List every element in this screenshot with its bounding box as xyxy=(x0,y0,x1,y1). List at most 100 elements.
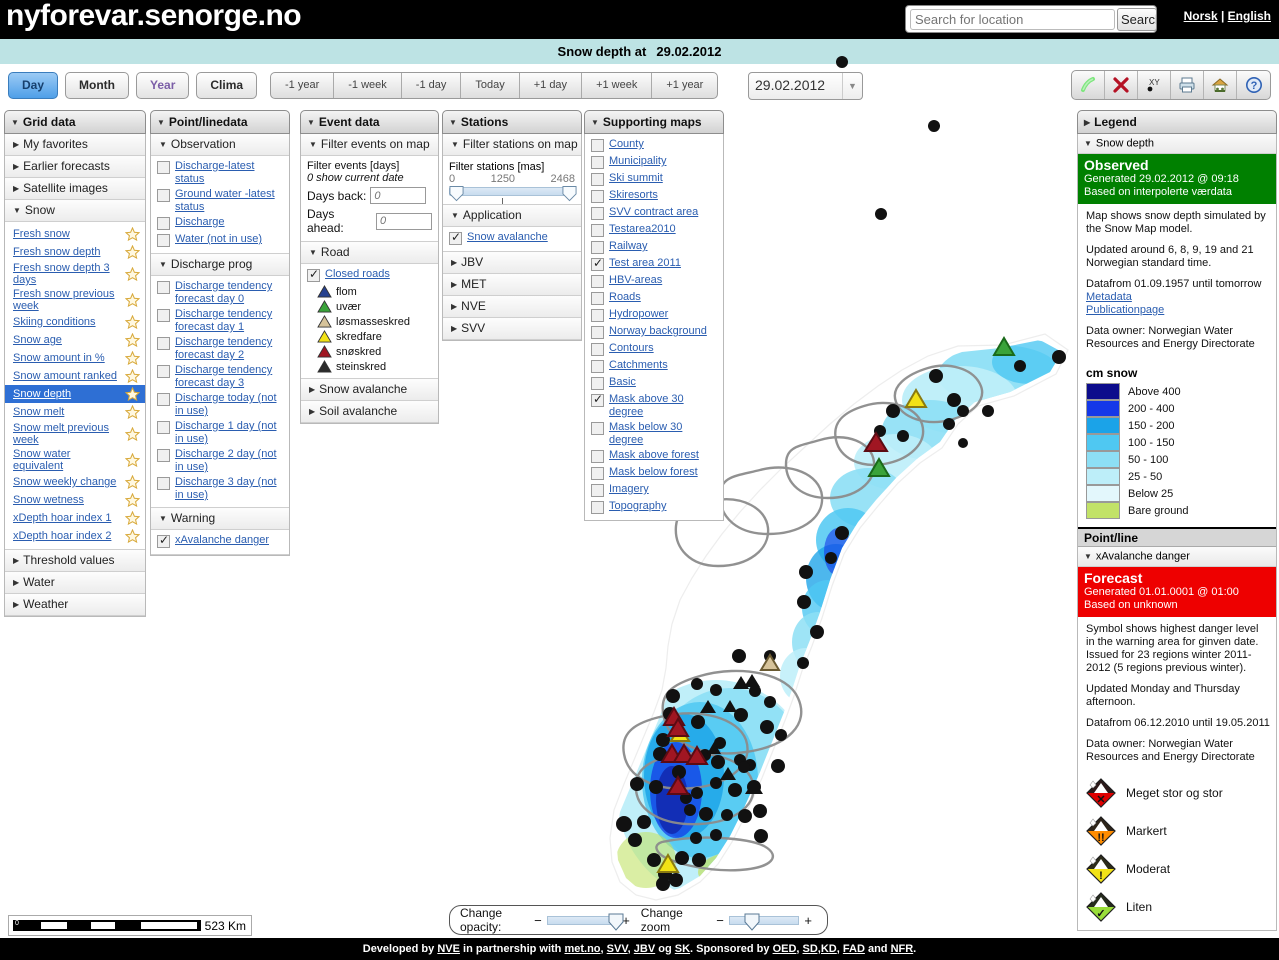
favorite-star-icon[interactable] xyxy=(125,453,140,467)
grid-item-4[interactable]: Skiing conditions xyxy=(5,313,145,331)
list-item[interactable]: Skiresorts xyxy=(585,188,723,205)
warning-group[interactable]: ▼ Warning xyxy=(151,508,289,530)
discharge-item-3[interactable]: Discharge tendency forecast day 3 xyxy=(175,364,285,390)
favorite-star-icon[interactable] xyxy=(125,475,140,489)
slider-handle-right[interactable] xyxy=(562,185,577,202)
supporting-map-item-8[interactable]: HBV-areas xyxy=(609,274,662,287)
grid-group-0[interactable]: ▶ My favorites xyxy=(5,134,145,156)
discharge-item-5[interactable]: Discharge 1 day (not in use) xyxy=(175,420,285,446)
grid-item-link-13[interactable]: Snow wetness xyxy=(13,494,84,506)
grid-item-link-2[interactable]: Fresh snow depth 3 days xyxy=(13,262,121,286)
supporting-map-item-18[interactable]: Mask below forest xyxy=(609,466,698,479)
checkbox-unchecked[interactable] xyxy=(591,450,604,463)
observation-item-2[interactable]: Discharge xyxy=(175,216,225,229)
supporting-map-item-1[interactable]: Municipality xyxy=(609,155,666,168)
checkbox-unchecked[interactable] xyxy=(157,365,170,378)
checkbox-unchecked[interactable] xyxy=(591,422,604,435)
zoom-plus-button[interactable]: + xyxy=(804,913,812,928)
supporting-map-item-16[interactable]: Mask below 30 degree xyxy=(609,421,719,447)
checkbox-unchecked[interactable] xyxy=(157,477,170,490)
grid-item-5[interactable]: Snow age xyxy=(5,331,145,349)
list-item[interactable]: Discharge-latest status xyxy=(151,159,289,187)
list-item[interactable]: Municipality xyxy=(585,154,723,171)
slider-handle-left[interactable] xyxy=(449,185,464,202)
list-item[interactable]: Mask above forest xyxy=(585,448,723,465)
application-item-0[interactable]: Snow avalanche xyxy=(467,231,548,244)
discharge-item-2[interactable]: Discharge tendency forecast day 2 xyxy=(175,336,285,362)
grid-item-1[interactable]: Fresh snow depth xyxy=(5,243,145,261)
checkbox-unchecked[interactable] xyxy=(157,337,170,350)
checkbox-unchecked[interactable] xyxy=(591,173,604,186)
grid-item-link-8[interactable]: Snow depth xyxy=(13,388,71,400)
station-group-3[interactable]: ▶ SVV xyxy=(443,318,581,340)
checkbox-unchecked[interactable] xyxy=(157,309,170,322)
discharge-item-1[interactable]: Discharge tendency forecast day 1 xyxy=(175,308,285,334)
list-item[interactable]: Testarea2010 xyxy=(585,222,723,239)
supporting-map-item-11[interactable]: Norway background xyxy=(609,325,707,338)
list-item[interactable]: Norway background xyxy=(585,324,723,341)
supporting-map-item-10[interactable]: Hydropower xyxy=(609,308,668,321)
favorite-star-icon[interactable] xyxy=(125,245,140,259)
legend-publication-link[interactable]: Publicationpage xyxy=(1086,304,1270,317)
legend-metadata-link[interactable]: Metadata xyxy=(1086,291,1270,304)
footer-link-sk[interactable]: SK xyxy=(675,943,690,955)
favorite-star-icon[interactable] xyxy=(125,493,140,507)
footer-link-nve[interactable]: NVE xyxy=(437,943,460,955)
closed-roads-row[interactable]: Closed roads xyxy=(301,267,438,284)
footer-link-nfr[interactable]: NFR xyxy=(891,943,914,955)
list-item[interactable]: Discharge today (not in use) xyxy=(151,391,289,419)
checkbox-unchecked[interactable] xyxy=(591,224,604,237)
favorite-star-icon[interactable] xyxy=(125,427,140,441)
favorite-star-icon[interactable] xyxy=(125,369,140,383)
zoom-slider[interactable] xyxy=(728,913,800,931)
list-item[interactable]: Ski summit xyxy=(585,171,723,188)
opacity-slider-handle[interactable] xyxy=(608,913,624,931)
grid-item-9[interactable]: Snow melt xyxy=(5,403,145,421)
grid-item-link-15[interactable]: xDepth hoar index 2 xyxy=(13,530,111,542)
list-item[interactable]: Hydropower xyxy=(585,307,723,324)
event-data-panel-header[interactable]: ▼ Event data xyxy=(300,110,439,134)
checkbox-checked[interactable] xyxy=(591,256,604,271)
checkbox-unchecked[interactable] xyxy=(591,343,604,356)
supporting-map-item-4[interactable]: SVV contract area xyxy=(609,206,698,219)
grid-item-link-3[interactable]: Fresh snow previous week xyxy=(13,288,121,312)
footer-link-metno[interactable]: met.no xyxy=(564,943,600,955)
favorite-star-icon[interactable] xyxy=(125,387,140,401)
supporting-map-item-12[interactable]: Contours xyxy=(609,342,654,355)
supporting-map-item-17[interactable]: Mask above forest xyxy=(609,449,699,462)
grid-item-link-4[interactable]: Skiing conditions xyxy=(13,316,96,328)
checkbox-checked[interactable] xyxy=(307,267,320,282)
discharge-prog-group[interactable]: ▼ Discharge prog xyxy=(151,254,289,276)
favorite-star-icon[interactable] xyxy=(125,511,140,525)
list-item[interactable]: Test area 2011 xyxy=(585,256,723,273)
application-group[interactable]: ▼ Application xyxy=(443,205,581,227)
checkbox-unchecked[interactable] xyxy=(157,217,170,230)
opacity-minus-button[interactable]: − xyxy=(534,913,542,928)
supporting-map-item-0[interactable]: County xyxy=(609,138,644,151)
observation-item-1[interactable]: Ground water -latest status xyxy=(175,188,285,214)
grid-item-0[interactable]: Fresh snow xyxy=(5,225,145,243)
checkbox-unchecked[interactable] xyxy=(157,234,170,247)
list-item[interactable]: County xyxy=(585,137,723,154)
checkbox-unchecked[interactable] xyxy=(591,377,604,390)
checkbox-unchecked[interactable] xyxy=(157,421,170,434)
station-group-0[interactable]: ▶ JBV xyxy=(443,252,581,274)
stations-panel-header[interactable]: ▼ Stations xyxy=(442,110,582,134)
checkbox-unchecked[interactable] xyxy=(591,292,604,305)
grid-item-14[interactable]: xDepth hoar index 1 xyxy=(5,509,145,527)
grid-item-link-0[interactable]: Fresh snow xyxy=(13,228,70,240)
list-item[interactable]: Snow avalanche xyxy=(443,230,581,247)
checkbox-unchecked[interactable] xyxy=(591,309,604,322)
checkbox-unchecked[interactable] xyxy=(157,189,170,202)
supporting-map-item-5[interactable]: Testarea2010 xyxy=(609,223,676,236)
grid-item-link-14[interactable]: xDepth hoar index 1 xyxy=(13,512,111,524)
list-item[interactable]: Mask below 30 degree xyxy=(585,420,723,448)
list-item[interactable]: Ground water -latest status xyxy=(151,187,289,215)
list-item[interactable]: Roads xyxy=(585,290,723,307)
legend-avalanche-section[interactable]: ▼ xAvalanche danger xyxy=(1078,547,1276,567)
station-group-1[interactable]: ▶ MET xyxy=(443,274,581,296)
supporting-map-item-15[interactable]: Mask above 30 degree xyxy=(609,393,719,419)
grid-item-15[interactable]: xDepth hoar index 2 xyxy=(5,527,145,545)
list-item[interactable]: HBV-areas xyxy=(585,273,723,290)
checkbox-unchecked[interactable] xyxy=(591,326,604,339)
